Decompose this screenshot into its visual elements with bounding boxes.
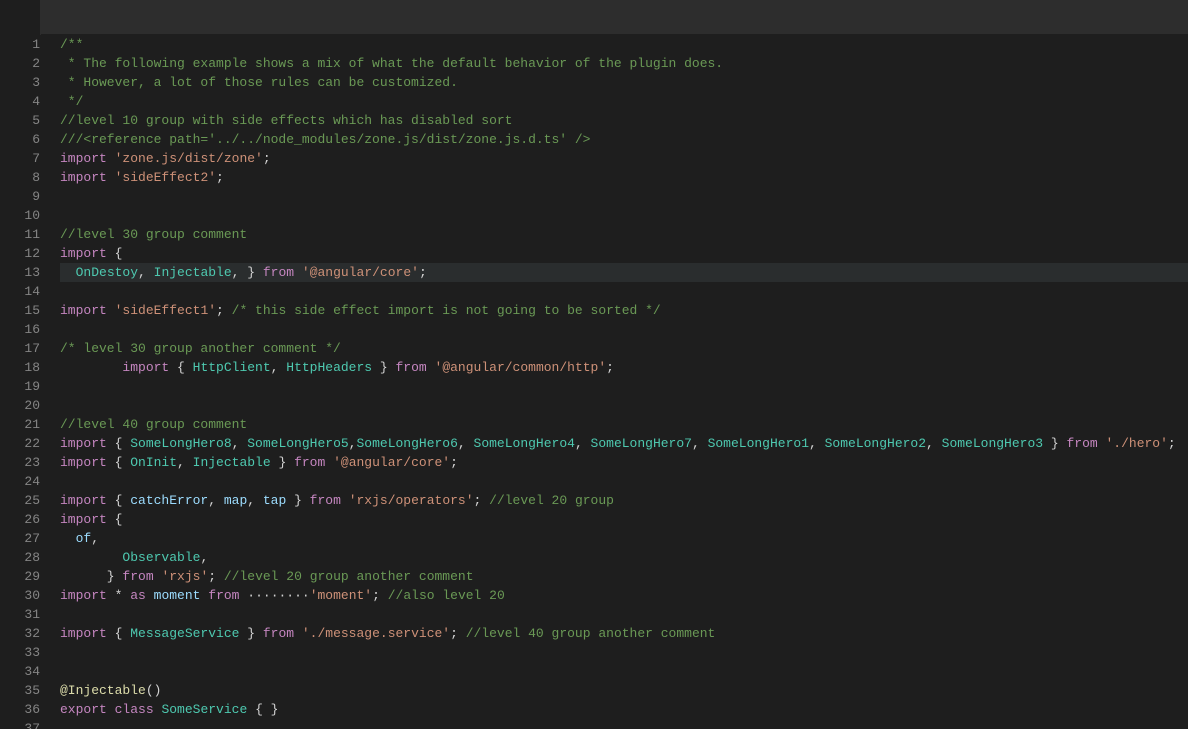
- code-line-36: export class SomeService { }: [60, 700, 1188, 719]
- line-numbers: 1234567891011121314151617181920212223242…: [0, 35, 50, 729]
- code-line-16: [60, 320, 1188, 339]
- code-line-35: @Injectable(): [60, 681, 1188, 700]
- code-line-1: /**: [60, 35, 1188, 54]
- code-line-6: ///<reference path='../../node_modules/z…: [60, 130, 1188, 149]
- line-number-32: 32: [0, 624, 40, 643]
- code-line-19: [60, 377, 1188, 396]
- line-number-35: 35: [0, 681, 40, 700]
- editor: 1234567891011121314151617181920212223242…: [0, 35, 1188, 729]
- line-number-3: 3: [0, 73, 40, 92]
- code-line-17: /* level 30 group another comment */: [60, 339, 1188, 358]
- code-line-25: import { catchError, map, tap } from 'rx…: [60, 491, 1188, 510]
- line-number-25: 25: [0, 491, 40, 510]
- line-number-11: 11: [0, 225, 40, 244]
- line-number-12: 12: [0, 244, 40, 263]
- line-number-33: 33: [0, 643, 40, 662]
- tab-bar: [0, 0, 1188, 35]
- line-number-1: 1: [0, 35, 40, 54]
- code-line-7: import 'zone.js/dist/zone';: [60, 149, 1188, 168]
- code-line-27: of,: [60, 529, 1188, 548]
- code-line-20: [60, 396, 1188, 415]
- code-line-14: [60, 282, 1188, 301]
- code-area[interactable]: /** * The following example shows a mix …: [50, 35, 1188, 729]
- line-number-2: 2: [0, 54, 40, 73]
- line-number-20: 20: [0, 396, 40, 415]
- line-number-18: 18: [0, 358, 40, 377]
- code-line-18: import { HttpClient, HttpHeaders } from …: [60, 358, 1188, 377]
- line-number-7: 7: [0, 149, 40, 168]
- line-number-26: 26: [0, 510, 40, 529]
- code-line-33: [60, 643, 1188, 662]
- line-number-30: 30: [0, 586, 40, 605]
- code-line-34: [60, 662, 1188, 681]
- line-number-21: 21: [0, 415, 40, 434]
- line-number-10: 10: [0, 206, 40, 225]
- code-line-29: } from 'rxjs'; //level 20 group another …: [60, 567, 1188, 586]
- line-number-34: 34: [0, 662, 40, 681]
- line-number-9: 9: [0, 187, 40, 206]
- line-number-19: 19: [0, 377, 40, 396]
- line-number-31: 31: [0, 605, 40, 624]
- line-number-4: 4: [0, 92, 40, 111]
- line-number-36: 36: [0, 700, 40, 719]
- code-line-31: [60, 605, 1188, 624]
- line-number-15: 15: [0, 301, 40, 320]
- code-line-13: OnDestoy, Injectable, } from '@angular/c…: [60, 263, 1188, 282]
- line-number-29: 29: [0, 567, 40, 586]
- line-number-8: 8: [0, 168, 40, 187]
- code-line-32: import { MessageService } from './messag…: [60, 624, 1188, 643]
- code-line-5: //level 10 group with side effects which…: [60, 111, 1188, 130]
- code-line-24: [60, 472, 1188, 491]
- line-number-14: 14: [0, 282, 40, 301]
- code-line-21: //level 40 group comment: [60, 415, 1188, 434]
- code-line-22: import { SomeLongHero8, SomeLongHero5,So…: [60, 434, 1188, 453]
- line-number-23: 23: [0, 453, 40, 472]
- code-line-30: import * as moment from ········'moment'…: [60, 586, 1188, 605]
- code-line-2: * The following example shows a mix of w…: [60, 54, 1188, 73]
- code-line-26: import {: [60, 510, 1188, 529]
- line-number-28: 28: [0, 548, 40, 567]
- code-line-37: [60, 719, 1188, 729]
- line-number-22: 22: [0, 434, 40, 453]
- line-number-37: 37: [0, 719, 40, 729]
- code-line-8: import 'sideEffect2';: [60, 168, 1188, 187]
- code-line-10: [60, 206, 1188, 225]
- code-line-3: * However, a lot of those rules can be c…: [60, 73, 1188, 92]
- line-number-27: 27: [0, 529, 40, 548]
- code-line-28: Observable,: [60, 548, 1188, 567]
- code-line-4: */: [60, 92, 1188, 111]
- code-line-15: import 'sideEffect1'; /* this side effec…: [60, 301, 1188, 320]
- code-line-12: import {: [60, 244, 1188, 263]
- active-tab[interactable]: [0, 0, 41, 35]
- line-number-24: 24: [0, 472, 40, 491]
- line-number-17: 17: [0, 339, 40, 358]
- line-number-5: 5: [0, 111, 40, 130]
- code-line-9: [60, 187, 1188, 206]
- code-line-11: //level 30 group comment: [60, 225, 1188, 244]
- line-number-6: 6: [0, 130, 40, 149]
- line-number-13: 13: [0, 263, 40, 282]
- code-line-23: import { OnInit, Injectable } from '@ang…: [60, 453, 1188, 472]
- line-number-16: 16: [0, 320, 40, 339]
